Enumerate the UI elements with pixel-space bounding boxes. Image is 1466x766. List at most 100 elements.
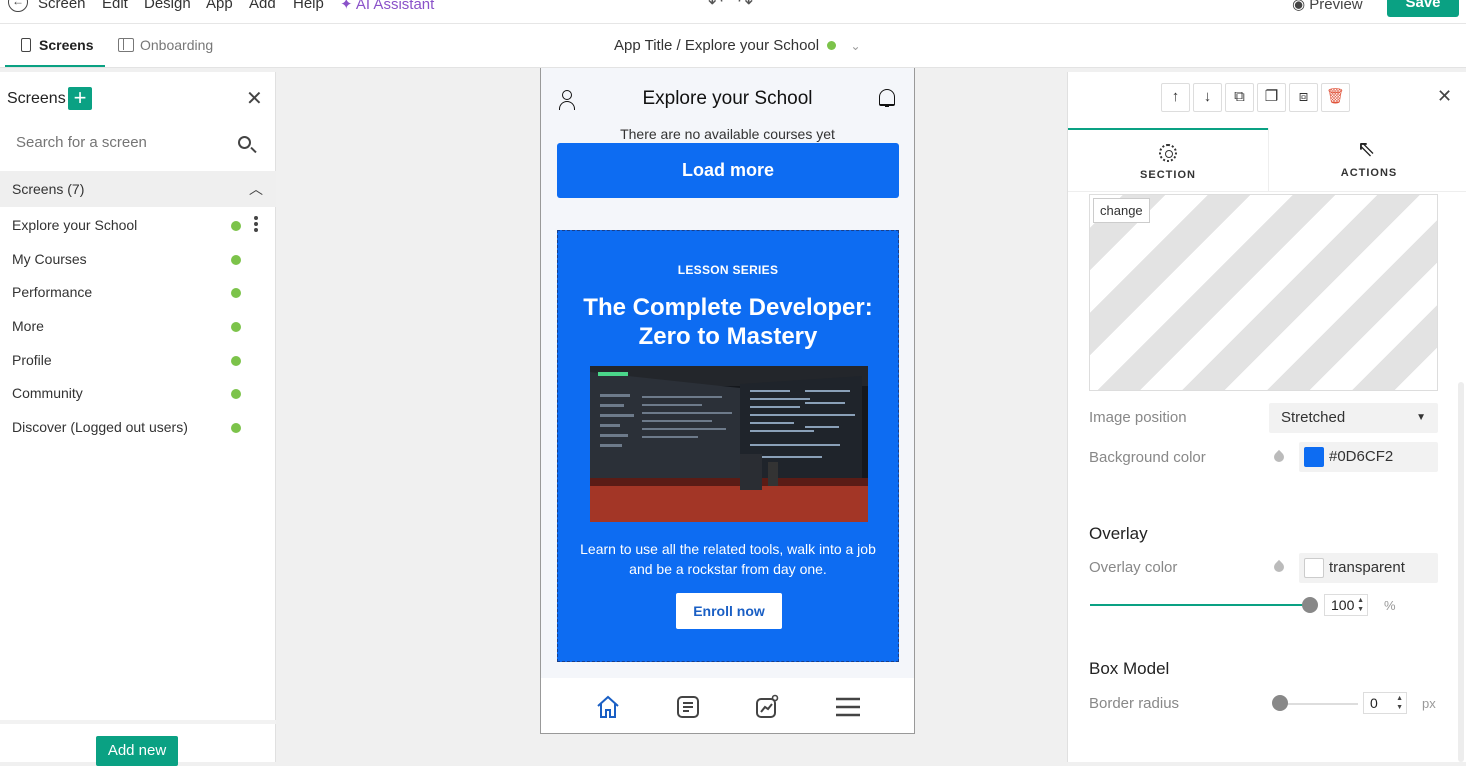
empty-state-text: There are no available courses yet xyxy=(620,126,835,142)
stepper-icon[interactable]: ▲ ▼ xyxy=(1396,694,1403,712)
background-color-value: #0D6CF2 xyxy=(1329,448,1394,465)
panel-title: Screens xyxy=(7,90,66,107)
search-input[interactable] xyxy=(16,134,236,151)
panel-scrollbar[interactable] xyxy=(1458,382,1464,762)
overlay-heading: Overlay xyxy=(1089,524,1148,543)
redo-icon[interactable]: ↷ xyxy=(738,0,753,13)
status-dot xyxy=(231,322,241,333)
ai-assistant-button[interactable]: ✦ AI Assistant xyxy=(340,0,434,13)
eyedropper-icon[interactable] xyxy=(1272,558,1286,576)
screen-list: Explore your School My Courses Performan… xyxy=(0,208,276,444)
status-dot xyxy=(231,423,241,434)
back-icon[interactable]: ← xyxy=(8,0,28,12)
paste-icon[interactable]: ⧈ xyxy=(1289,83,1318,112)
preview-button[interactable]: ◉ Preview xyxy=(1292,0,1363,13)
overlay-opacity-slider[interactable] xyxy=(1090,604,1310,606)
list-item[interactable]: More xyxy=(0,309,276,343)
app-title-dropdown[interactable]: App Title / Explore your School ⌄ xyxy=(614,37,861,54)
add-screen-button[interactable]: + xyxy=(68,87,92,110)
list-item[interactable]: Community xyxy=(0,376,276,410)
list-item[interactable]: My Courses xyxy=(0,242,276,276)
tab-bar: Screens Onboarding App Title / Explore y… xyxy=(0,24,1466,68)
app-header: Explore your School xyxy=(541,68,914,130)
screen-name: Community xyxy=(12,385,83,402)
search-icon[interactable] xyxy=(238,136,251,149)
divider xyxy=(0,720,276,724)
close-icon[interactable]: ✕ xyxy=(246,86,263,111)
menu-screen[interactable]: Screen xyxy=(38,0,86,12)
screens-panel: Screens + ✕ Screens (7) ︿ Explore your S… xyxy=(0,72,276,766)
move-down-icon[interactable]: ↓ xyxy=(1193,83,1222,112)
slider-handle[interactable] xyxy=(1302,597,1318,613)
status-dot xyxy=(231,221,241,231)
tab-screens[interactable]: Screens xyxy=(5,24,106,67)
divider xyxy=(1068,191,1466,192)
screen-name: Performance xyxy=(12,284,93,301)
copy-icon[interactable]: ❐ xyxy=(1257,83,1286,112)
enroll-now-button[interactable]: Enroll now xyxy=(676,593,782,629)
tab-screens-label: Screens xyxy=(39,37,94,53)
screen-name: Profile xyxy=(12,351,52,368)
undo-icon[interactable]: ↶ xyxy=(708,0,723,13)
image-position-label: Image position xyxy=(1089,409,1187,426)
border-radius-value: 0 xyxy=(1370,695,1378,711)
border-radius-unit: px xyxy=(1422,696,1436,711)
menu-edit[interactable]: Edit xyxy=(102,0,128,12)
screen-name: My Courses xyxy=(12,250,87,267)
status-dot xyxy=(231,254,241,265)
menu-add[interactable]: Add xyxy=(249,0,276,12)
page-title: Explore your School xyxy=(642,88,813,109)
card-description: Learn to use all the related tools, walk… xyxy=(580,541,876,577)
home-icon[interactable] xyxy=(595,694,621,720)
background-image-preview: change xyxy=(1089,194,1438,391)
list-item[interactable]: Explore your School xyxy=(0,208,276,242)
image-position-select[interactable]: Stretched ▼ xyxy=(1269,403,1438,433)
save-button[interactable]: Save xyxy=(1387,0,1459,17)
screen-name: Explore your School xyxy=(12,217,138,233)
tab-actions-label: ACTIONS xyxy=(1340,167,1398,179)
sparkle-icon: ✦ xyxy=(340,0,353,13)
overlay-color-field[interactable]: transparent xyxy=(1299,553,1438,583)
menu-design[interactable]: Design xyxy=(144,0,191,12)
overlay-opacity-value: 100 xyxy=(1331,597,1355,613)
bottom-navigation xyxy=(541,678,914,733)
lesson-series-section[interactable]: LESSON SERIES The Complete Developer: Ze… xyxy=(557,230,899,662)
menubar: ← Screen Edit Design App Add Help ✦ AI A… xyxy=(0,0,1466,24)
close-icon[interactable]: ✕ xyxy=(1437,86,1452,107)
screens-group-header[interactable]: Screens (7) ︿ xyxy=(0,171,276,207)
move-up-icon[interactable]: ↑ xyxy=(1161,83,1190,112)
load-more-button[interactable]: Load more xyxy=(557,143,899,198)
menu-help[interactable]: Help xyxy=(293,0,324,12)
stepper-icon[interactable]: ▲ ▼ xyxy=(1357,596,1364,614)
properties-panel: ↑ ↓ ⧉ ❐ ⧈ 🗑 ✕ SECTION ⇖ ACTIONS change I… xyxy=(1067,72,1466,762)
menu-icon[interactable] xyxy=(835,694,861,720)
color-swatch[interactable] xyxy=(1304,447,1324,467)
courses-icon[interactable] xyxy=(675,694,701,720)
tab-onboarding[interactable]: Onboarding xyxy=(118,24,213,67)
caret-down-icon: ▼ xyxy=(1416,412,1426,423)
tab-section[interactable]: SECTION xyxy=(1068,128,1268,192)
color-swatch[interactable] xyxy=(1304,558,1324,578)
monitor-setup-image xyxy=(590,366,868,522)
overlay-opacity-input[interactable]: 100 ▲ ▼ xyxy=(1324,594,1368,616)
list-item[interactable]: Performance xyxy=(0,275,276,309)
background-color-field[interactable]: #0D6CF2 xyxy=(1299,442,1438,472)
overlay-unit: % xyxy=(1384,598,1396,613)
eyedropper-icon[interactable] xyxy=(1272,448,1286,466)
preview-label: Preview xyxy=(1309,0,1363,13)
bell-icon[interactable] xyxy=(879,89,895,107)
performance-icon[interactable] xyxy=(754,694,780,720)
status-dot xyxy=(231,355,241,366)
phone-icon xyxy=(21,38,31,52)
slider-handle[interactable] xyxy=(1272,695,1288,711)
tab-onboarding-label: Onboarding xyxy=(140,37,214,53)
duplicate-icon[interactable]: ⧉ xyxy=(1225,83,1254,112)
menu-app[interactable]: App xyxy=(206,0,233,12)
more-options-icon[interactable] xyxy=(254,216,258,234)
trash-icon[interactable]: 🗑 xyxy=(1321,83,1350,112)
list-item[interactable]: Profile xyxy=(0,343,276,377)
change-image-button[interactable]: change xyxy=(1093,198,1150,223)
border-radius-input[interactable]: 0 ▲ ▼ xyxy=(1363,692,1407,714)
list-item[interactable]: Discover (Logged out users) xyxy=(0,410,276,444)
tab-actions[interactable]: ⇖ ACTIONS xyxy=(1268,128,1466,192)
